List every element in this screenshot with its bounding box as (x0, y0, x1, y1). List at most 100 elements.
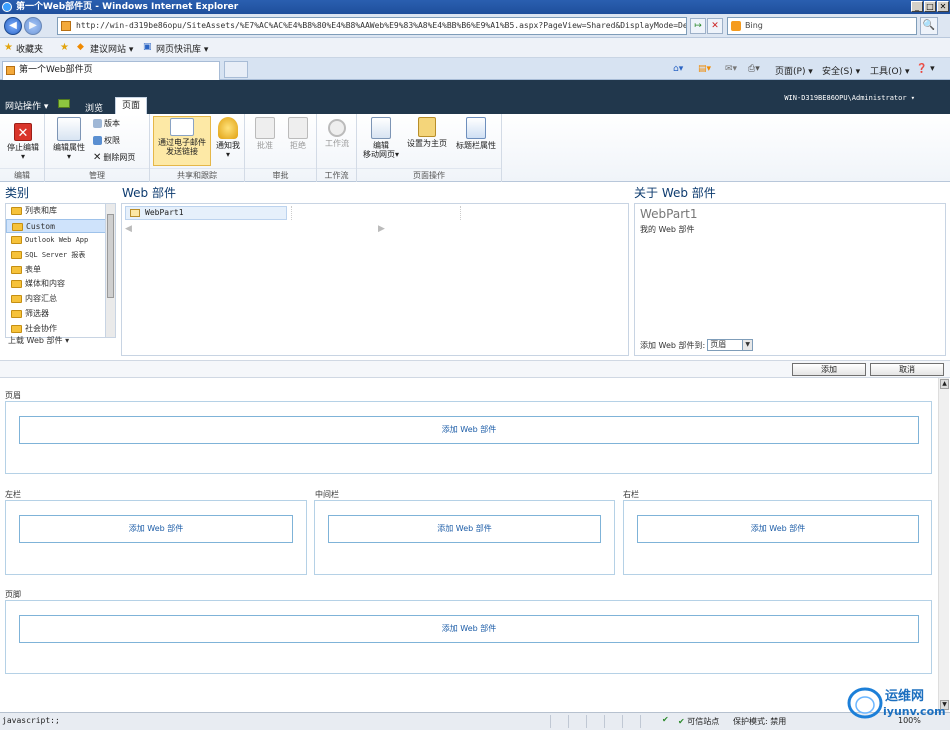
email-link-label-1: 通过电子邮件 (158, 138, 206, 147)
status-text: javascript:; (2, 716, 60, 725)
category-scrollbar[interactable] (105, 204, 115, 337)
approve-icon (255, 117, 275, 139)
zone-header: 添加 Web 部件 (5, 401, 932, 474)
tab-page[interactable]: 页面 (115, 97, 147, 114)
stop-editing-button[interactable]: ✕ 停止编辑 ▾ (3, 117, 43, 161)
category-item[interactable]: Outlook Web App (6, 233, 115, 248)
favorites-star-icon[interactable]: ★ (4, 42, 13, 53)
web-part-item-label: WebPart1 (145, 208, 184, 217)
category-label: 媒体和内容 (25, 279, 65, 289)
search-placeholder: Bing (745, 21, 763, 30)
add-favorite-icon[interactable]: ★ (60, 42, 69, 53)
reject-button[interactable]: 拒绝 (282, 117, 314, 150)
upload-web-part-menu[interactable]: 上载 Web 部件 ▾ (8, 335, 69, 346)
home-icon[interactable]: ⌂▾ (673, 64, 683, 74)
category-list: 列表和库 Custom Outlook Web App SQL Server 报… (5, 203, 116, 338)
reject-icon (288, 117, 308, 139)
category-item[interactable]: 社会协作 (6, 322, 115, 337)
browser-tab-active[interactable]: 第一个Web部件页 (2, 61, 220, 80)
email-link-button[interactable]: 通过电子邮件 发送链接 (153, 116, 211, 166)
new-tab-button[interactable] (224, 61, 248, 78)
edit-properties-button[interactable]: 编辑属性 ▾ (48, 117, 90, 161)
stop-icon[interactable]: ✕ (707, 18, 723, 34)
permissions-button[interactable]: 权限 (93, 135, 120, 146)
zone-select[interactable]: 页眉 ▼ (707, 339, 754, 351)
trusted-sites-label: 可信站点 (687, 717, 720, 726)
tab-row: 第一个Web部件页 ⌂▾ ▤▾ ✉▾ ⎙▾ 页面(P) ▾ 安全(S) ▾ 工具… (0, 58, 950, 80)
approve-button[interactable]: 批准 (249, 117, 281, 150)
make-homepage-button[interactable]: 设置为主页 (403, 117, 451, 148)
refresh-icon[interactable]: ↦ (690, 18, 706, 34)
scrollbar-thumb[interactable] (107, 214, 114, 298)
group-label-manage: 管理 (45, 168, 149, 181)
folder-icon (11, 280, 22, 289)
add-button[interactable]: 添加 (792, 363, 866, 376)
category-item[interactable]: 内容汇总 (6, 292, 115, 307)
next-page-icon[interactable]: ▶ (378, 224, 385, 234)
address-input[interactable]: http://win-d319be86opu/SiteAssets/%E7%AC… (57, 17, 687, 35)
maximize-button[interactable]: □ (924, 1, 936, 12)
ribbon-group-share: 通过电子邮件 发送链接 通知我 ▾ 共享和跟踪 (150, 114, 245, 182)
search-icon[interactable]: 🔍 (920, 17, 938, 35)
title-bar-properties-button[interactable]: 标题栏属性 (452, 117, 500, 150)
web-part-item[interactable]: WebPart1 (125, 206, 287, 220)
search-input[interactable]: Bing (727, 17, 917, 35)
add-web-part-left[interactable]: 添加 Web 部件 (19, 515, 293, 543)
add-web-part-middle[interactable]: 添加 Web 部件 (328, 515, 601, 543)
back-arrow-icon[interactable]: ◀ (4, 17, 22, 35)
tools-menu[interactable]: 工具(O) ▾ (870, 64, 910, 77)
dropdown-arrow-icon: ▾ (225, 150, 230, 159)
close-window-button[interactable]: ✕ (937, 1, 949, 12)
folder-icon (11, 324, 22, 333)
folder-icon (11, 295, 22, 304)
site-actions-menu[interactable]: 网站操作 ▾ (5, 99, 48, 112)
category-item[interactable]: SQL Server 报表 (6, 248, 115, 263)
approve-label: 批准 (257, 141, 273, 150)
category-item[interactable]: 表单 (6, 263, 115, 278)
alert-me-button[interactable]: 通知我 ▾ (213, 117, 243, 159)
web-slice-gallery-link[interactable]: 网页快讯库 ▾ (156, 42, 208, 55)
category-label: 列表和库 (25, 206, 57, 215)
forward-arrow-icon[interactable]: ▶ (24, 17, 42, 35)
make-homepage-label: 设置为主页 (407, 139, 447, 148)
category-item[interactable]: 筛选器 (6, 307, 115, 322)
status-cell (586, 715, 604, 728)
ribbon-group-approval: 批准 拒绝 审批 (245, 114, 317, 182)
safety-menu[interactable]: 安全(S) ▾ (822, 64, 860, 77)
mail-icon[interactable]: ✉▾ (725, 64, 737, 74)
cancel-button[interactable]: 取消 (870, 363, 944, 376)
feeds-icon[interactable]: ▤▾ (698, 64, 711, 74)
edit-mobile-page-button[interactable]: 编辑 移动网页▾ (359, 117, 403, 159)
versions-button[interactable]: 版本 (93, 118, 120, 129)
add-web-part-header[interactable]: 添加 Web 部件 (19, 416, 919, 444)
workflow-button[interactable]: 工作流 (319, 117, 355, 148)
about-web-part-title: WebPart1 (640, 207, 698, 221)
folder-icon (11, 309, 22, 318)
page-scrollbar[interactable]: ▲ ▼ (938, 378, 949, 712)
category-item[interactable]: 列表和库 (6, 204, 115, 219)
user-menu[interactable]: WIN-D319BE86OPU\Administrator ▾ (784, 94, 915, 102)
tab-browse[interactable]: 浏览 (85, 101, 103, 114)
category-item-selected[interactable]: Custom (6, 218, 115, 234)
reject-label: 拒绝 (290, 141, 306, 150)
title-properties-icon (466, 117, 486, 139)
print-icon[interactable]: ⎙▾ (748, 64, 760, 74)
navigate-up-icon[interactable] (58, 99, 70, 108)
page-icon (6, 66, 15, 75)
favorites-button[interactable]: 收藏夹 (16, 42, 43, 55)
trusted-sites-zone[interactable]: ✔ 可信站点 (678, 716, 719, 727)
watermark-cn-text: 运维网 (885, 689, 925, 704)
checkmark-icon: ✔ (678, 717, 685, 726)
previous-page-icon[interactable]: ◀ (125, 224, 132, 234)
page-menu[interactable]: 页面(P) ▾ (775, 64, 813, 77)
add-web-part-footer[interactable]: 添加 Web 部件 (19, 615, 919, 643)
suggested-sites-link[interactable]: 建议网站 ▾ (90, 42, 133, 55)
delete-page-button[interactable]: ✕ 删除网页 (93, 152, 135, 163)
scroll-up-icon[interactable]: ▲ (940, 379, 949, 389)
add-web-part-right[interactable]: 添加 Web 部件 (637, 515, 919, 543)
web-slice-icon: ▣ (143, 42, 152, 52)
help-menu[interactable]: ❓ ▾ (916, 64, 935, 74)
folder-icon (11, 265, 22, 274)
minimize-button[interactable]: _ (911, 1, 923, 12)
category-item[interactable]: 媒体和内容 (6, 277, 115, 292)
